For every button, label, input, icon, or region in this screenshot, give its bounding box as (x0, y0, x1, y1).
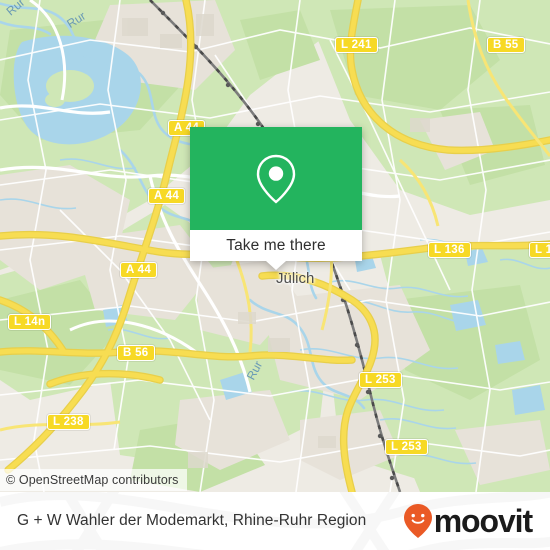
road-shield-label: L 14n (14, 316, 46, 328)
road-shield-label: A 44 (154, 190, 180, 202)
road-shield: L 238 (47, 414, 90, 430)
road-shield: L 241 (335, 37, 378, 53)
city-label-text: Jülich (276, 270, 315, 287)
location-popup-card[interactable]: Take me there (190, 127, 362, 270)
road-shield: L 1 (529, 242, 550, 258)
road-shield-label: L 253 (365, 374, 396, 386)
moovit-smiley-pin-icon (403, 504, 432, 538)
road-shield-label: L 136 (434, 244, 465, 256)
popup-action-bar[interactable]: Take me there (190, 230, 362, 261)
road-shield-label: B 55 (493, 39, 519, 51)
city-label-julich: Jülich (276, 270, 314, 287)
popup-tail (266, 261, 286, 270)
footer-bar: G + W Wahler der Modemarkt, Rhine-Ruhr R… (0, 492, 550, 550)
osm-attribution[interactable]: © OpenStreetMap contributors (0, 469, 187, 491)
road-shield: L 136 (428, 242, 471, 258)
road-shield-label: L 241 (341, 39, 372, 51)
page-title: G + W Wahler der Modemarkt, Rhine-Ruhr R… (17, 512, 367, 529)
road-shield: L 253 (359, 372, 402, 388)
road-shield-label: L 1 (535, 244, 550, 256)
osm-attribution-text: © OpenStreetMap contributors (6, 473, 179, 487)
take-me-there-button[interactable]: Take me there (226, 237, 326, 255)
popup-icon-area (190, 127, 362, 230)
road-shield: A 44 (120, 262, 158, 278)
road-shield-label: B 56 (123, 347, 149, 359)
moovit-wordmark: moovit (433, 503, 533, 539)
map-pin-icon (256, 154, 296, 204)
road-shield: L 14n (8, 314, 52, 330)
road-shield: L 253 (385, 439, 428, 455)
moovit-logo[interactable]: moovit (403, 503, 533, 539)
road-shield-label: A 44 (126, 264, 152, 276)
road-shield-label: L 238 (53, 416, 84, 428)
road-shield: B 55 (487, 37, 525, 53)
road-shield-label: L 253 (391, 441, 422, 453)
road-shield: B 56 (117, 345, 155, 361)
road-shield: A 44 (148, 188, 186, 204)
